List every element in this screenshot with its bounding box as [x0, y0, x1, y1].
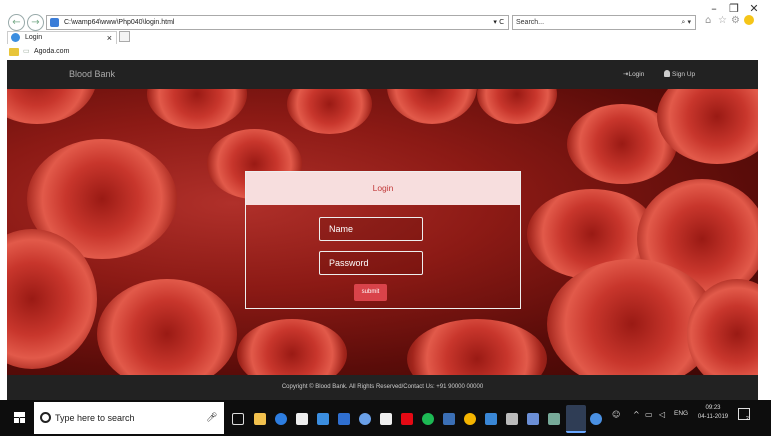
store-icon[interactable] — [296, 413, 308, 425]
blood-cell — [7, 89, 97, 124]
infinity-app-icon[interactable] — [359, 413, 371, 425]
nav-login-label: Login — [628, 71, 645, 78]
image-viewer-icon[interactable] — [527, 413, 539, 425]
page-icon — [50, 18, 59, 27]
login-panel-title: Login — [246, 172, 520, 205]
blood-cell — [477, 89, 557, 124]
dropbox-icon[interactable] — [317, 413, 329, 425]
taskbar-search-box[interactable]: Type here to search 🎤︎ — [34, 402, 224, 434]
submit-button[interactable]: submit — [354, 284, 387, 301]
tab-title: Login — [24, 34, 43, 41]
address-text: C:\wamp64\www\Php040\login.html — [63, 19, 175, 26]
notepad-icon[interactable] — [506, 413, 518, 425]
blood-cell — [387, 89, 477, 124]
new-tab-button[interactable] — [119, 31, 130, 42]
back-icon[interactable]: ← — [8, 14, 25, 31]
people-icon[interactable]: ☺ — [612, 410, 620, 419]
site-navbar: Blood Bank ⇥Login Sign Up — [7, 60, 758, 89]
brand-link[interactable]: Blood Bank — [69, 60, 115, 89]
spotify-icon[interactable] — [422, 413, 434, 425]
nav-signup-label: Sign Up — [672, 71, 696, 78]
favorites-star-folder-icon[interactable] — [9, 48, 19, 56]
nav-signup-link[interactable]: Sign Up — [664, 60, 695, 89]
ie-tab-icon — [11, 33, 20, 42]
smiley-feedback-icon[interactable] — [744, 15, 754, 25]
forward-icon[interactable]: → — [27, 14, 44, 31]
chrome-icon[interactable] — [464, 413, 476, 425]
network-icon[interactable]: ▭ — [645, 410, 653, 419]
address-bar[interactable]: C:\wamp64\www\Php040\login.html ▾ C — [46, 15, 509, 30]
file-explorer-icon[interactable] — [254, 413, 266, 425]
favorite-site-icon: ▭ — [23, 48, 30, 55]
netflix-icon[interactable] — [401, 413, 413, 425]
system-clock[interactable]: 09:23 04-11-2019 — [694, 404, 732, 422]
close-window-button[interactable]: ✕ — [745, 2, 763, 15]
microphone-icon[interactable]: 🎤︎ — [206, 402, 217, 434]
restore-button[interactable]: ❐ — [725, 2, 743, 15]
windows-start-icon[interactable] — [14, 412, 25, 423]
gear-icon[interactable]: ⚙ — [731, 15, 740, 26]
ie-active-taskbar-icon[interactable] — [566, 405, 586, 433]
login-panel: Login Name Password submit — [245, 171, 521, 309]
notification-count-badge: 2 — [746, 416, 749, 422]
clock-date: 04-11-2019 — [697, 414, 729, 420]
minimize-button[interactable]: – — [705, 2, 723, 15]
favorite-agoda-link[interactable]: Agoda.com — [34, 45, 69, 59]
help-icon[interactable] — [590, 413, 602, 425]
language-indicator[interactable]: ENG — [674, 410, 688, 417]
user-icon — [664, 70, 670, 77]
blood-cell — [407, 319, 547, 375]
chevron-up-icon[interactable]: ^ — [633, 410, 640, 419]
favorites-bar: ▭ Agoda.com — [0, 45, 771, 59]
blood-cell — [97, 279, 237, 375]
blood-cell — [147, 89, 247, 129]
search-icon[interactable]: ⌕ ▾ — [681, 16, 691, 29]
tab-close-icon[interactable]: × — [107, 32, 112, 44]
browser-search-placeholder: Search... — [516, 19, 545, 26]
nav-login-link[interactable]: ⇥Login — [623, 60, 644, 89]
browser-search-input[interactable]: Search... ⌕ ▾ — [512, 15, 696, 30]
address-controls[interactable]: ▾ C — [493, 16, 504, 29]
blood-cell — [237, 319, 347, 375]
task-view-icon[interactable] — [232, 413, 244, 425]
snipping-tool-icon[interactable] — [443, 413, 455, 425]
site-footer: Copyright © Blood Bank. All Rights Reser… — [7, 375, 758, 400]
browser-chrome: – ❐ ✕ ← → C:\wamp64\www\Php040\login.htm… — [0, 0, 771, 60]
box-3d-icon[interactable] — [485, 413, 497, 425]
taskbar-search-placeholder: Type here to search — [55, 413, 135, 423]
clock-time: 09:23 — [705, 405, 721, 411]
search-circle-icon — [40, 412, 51, 423]
favorites-star-icon[interactable]: ☆ — [718, 15, 727, 26]
paint-icon[interactable] — [548, 413, 560, 425]
edge-icon[interactable] — [275, 413, 287, 425]
mail-icon[interactable] — [338, 413, 350, 425]
blood-cell — [287, 89, 372, 134]
tab-login[interactable]: Login × — [7, 31, 117, 44]
name-input[interactable]: Name — [319, 217, 423, 241]
envelope-icon[interactable] — [380, 413, 392, 425]
home-icon[interactable]: ⌂ — [705, 15, 711, 26]
volume-icon[interactable]: ◁ — [659, 410, 665, 419]
windows-taskbar: Type here to search 🎤︎ ☺ ^ ▭ ◁ ENG 09:23… — [0, 400, 771, 436]
password-input[interactable]: Password — [319, 251, 423, 275]
